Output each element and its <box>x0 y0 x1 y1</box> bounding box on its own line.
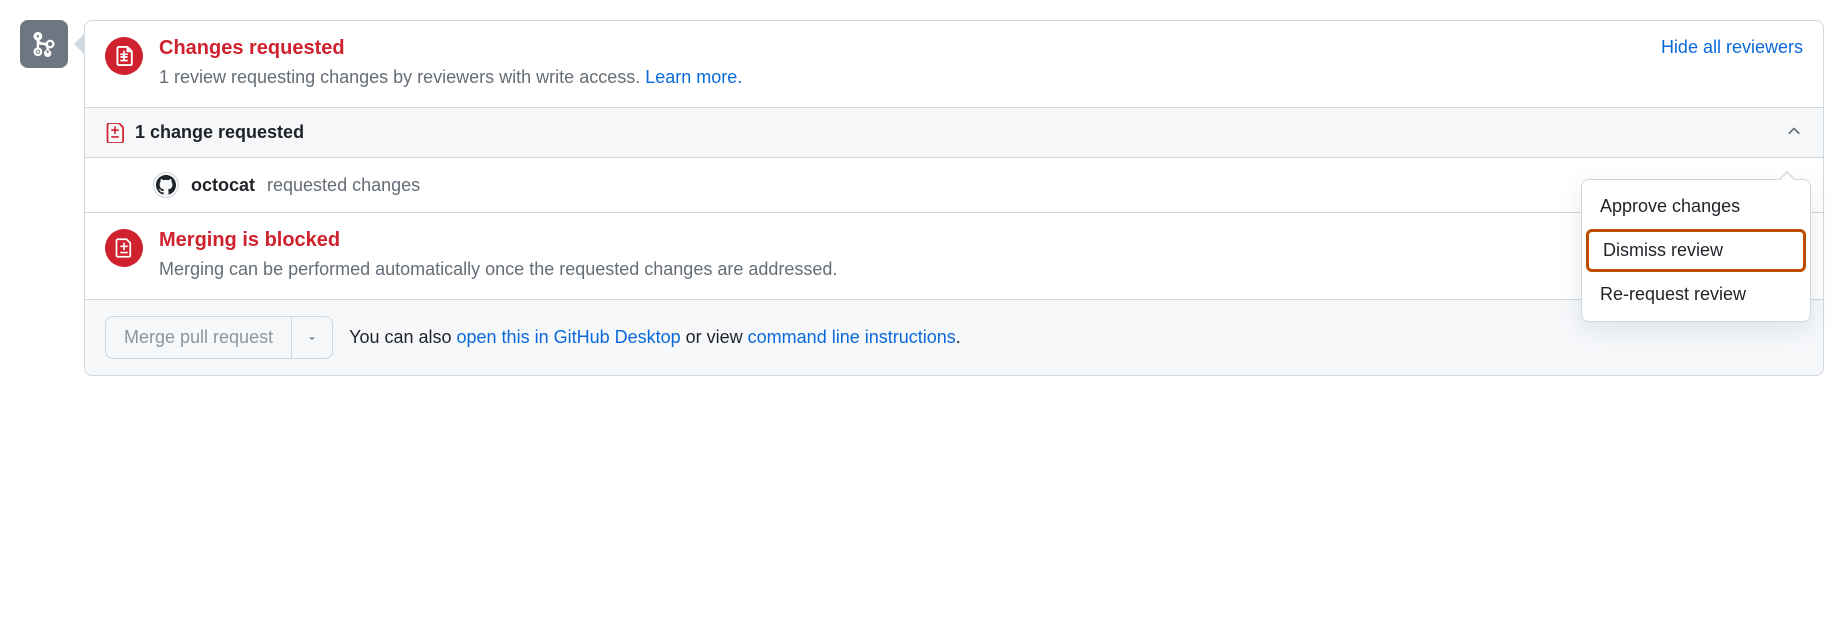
reviewer-username[interactable]: octocat <box>191 175 255 196</box>
reviewer-status-text: requested changes <box>267 175 1756 196</box>
approve-changes-item[interactable]: Approve changes <box>1582 186 1810 227</box>
review-summary-row[interactable]: 1 change requested <box>85 108 1823 158</box>
changes-requested-title: Changes requested <box>159 37 1645 60</box>
changes-requested-subtitle: 1 review requesting changes by reviewers… <box>159 64 1645 91</box>
merge-status-container: Changes requested 1 review requesting ch… <box>20 20 1824 376</box>
review-actions-dropdown: Approve changes Dismiss review Re-reques… <box>1581 179 1811 322</box>
merge-footer: Merge pull request You can also open thi… <box>85 300 1823 375</box>
merge-options-caret[interactable] <box>292 316 333 359</box>
reviewer-row: octocat requested changes ••• <box>85 158 1823 213</box>
merge-pull-request-button[interactable]: Merge pull request <box>105 316 292 359</box>
dismiss-review-item[interactable]: Dismiss review <box>1586 229 1806 272</box>
open-in-desktop-link[interactable]: open this in GitHub Desktop <box>457 327 681 347</box>
file-diff-icon <box>105 229 143 267</box>
merging-blocked-subtitle: Merging can be performed automatically o… <box>159 256 1803 283</box>
merge-footer-text: You can also open this in GitHub Desktop… <box>349 327 961 348</box>
re-request-review-item[interactable]: Re-request review <box>1582 274 1810 315</box>
changes-requested-section: Changes requested 1 review requesting ch… <box>85 21 1823 108</box>
learn-more-link[interactable]: Learn more. <box>645 67 742 87</box>
file-diff-icon <box>105 123 125 143</box>
avatar[interactable] <box>153 172 179 198</box>
hide-all-reviewers-link[interactable]: Hide all reviewers <box>1661 37 1803 58</box>
merge-panel: Changes requested 1 review requesting ch… <box>84 20 1824 376</box>
git-merge-icon <box>20 20 68 68</box>
chevron-up-icon[interactable] <box>1785 122 1803 143</box>
review-summary-label: 1 change requested <box>135 122 1775 143</box>
merging-blocked-section: Merging is blocked Merging can be perfor… <box>85 213 1823 300</box>
cli-instructions-link[interactable]: command line instructions <box>748 327 956 347</box>
merge-button-group: Merge pull request <box>105 316 333 359</box>
file-diff-icon <box>105 37 143 75</box>
merging-blocked-title: Merging is blocked <box>159 229 1803 252</box>
